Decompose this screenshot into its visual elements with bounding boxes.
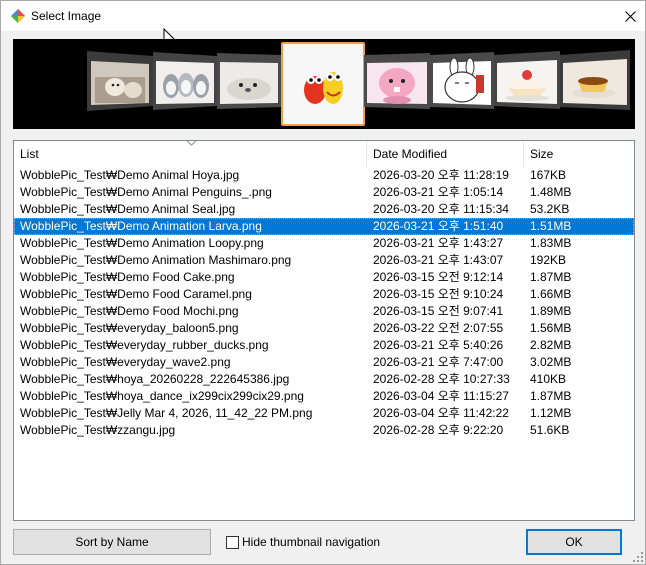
file-size: 2.82MB [530, 338, 572, 352]
table-row[interactable]: WobblePic_Test₩zzangu.jpg 2026-02-28 오후 9… [14, 422, 634, 439]
table-row[interactable]: WobblePic_Test₩Jelly Mar 4, 2026, 11_42_… [14, 405, 634, 422]
file-date: 2026-03-22 오전 2:07:55 [373, 321, 504, 335]
table-row[interactable]: WobblePic_Test₩Demo Animal Penguins_.png… [14, 184, 634, 201]
table-row-selected[interactable]: WobblePic_Test₩Demo Animation Larva.png 2… [14, 218, 634, 235]
table-row[interactable]: WobblePic_Test₩Demo Animal Hoya.jpg 2026-… [14, 167, 634, 184]
column-header-size-label: Size [530, 147, 554, 161]
thumbnail-item[interactable] [430, 45, 494, 117]
table-row[interactable]: WobblePic_Test₩Demo Animation Mashimaro.… [14, 252, 634, 269]
file-date: 2026-03-15 오전 9:07:41 [373, 304, 504, 318]
file-name: WobblePic_Test₩Demo Animation Mashimaro.… [20, 253, 292, 267]
file-size: 1.56MB [530, 321, 572, 335]
file-date: 2026-03-21 오후 1:43:27 [373, 236, 504, 250]
file-size: 192KB [530, 253, 567, 267]
ok-button[interactable]: OK [526, 529, 622, 555]
table-row[interactable]: WobblePic_Test₩Demo Food Mochi.png 2026-0… [14, 303, 634, 320]
file-size: 1.66MB [530, 287, 572, 301]
file-size: 51.6KB [530, 423, 570, 437]
select-image-dialog: Select Image List Date Modified Size Wob… [0, 0, 646, 565]
file-name: WobblePic_Test₩Demo Animal Seal.jpg [20, 202, 236, 216]
file-size: 1.89MB [530, 304, 572, 318]
column-header-date-modified[interactable]: Date Modified [367, 141, 524, 167]
file-date: 2026-03-20 오후 11:28:19 [373, 168, 509, 182]
file-size: 167KB [530, 168, 567, 182]
table-row[interactable]: WobblePic_Test₩Demo Food Cake.png 2026-03… [14, 269, 634, 286]
file-name: WobblePic_Test₩Demo Animation Larva.png [20, 219, 262, 233]
file-date: 2026-02-28 오후 9:22:20 [373, 423, 504, 437]
file-size: 1.12MB [530, 406, 572, 420]
thumbnail-item[interactable] [153, 46, 217, 116]
file-name: WobblePic_Test₩everyday_baloon5.png [20, 321, 239, 335]
file-date: 2026-03-04 오후 11:42:22 [373, 406, 509, 420]
file-size: 1.51MB [530, 219, 572, 233]
thumbnail-item[interactable] [87, 47, 153, 115]
sort-indicator-icon [186, 141, 197, 146]
title-bar: Select Image [1, 1, 645, 31]
file-name: WobblePic_Test₩hoya_20260228_222645386.j… [20, 372, 290, 386]
close-button[interactable] [615, 1, 645, 31]
table-row[interactable]: WobblePic_Test₩everyday_baloon5.png 2026-… [14, 320, 634, 337]
file-date: 2026-03-04 오후 11:15:27 [373, 389, 509, 403]
table-row[interactable]: WobblePic_Test₩Demo Animation Loopy.png 2… [14, 235, 634, 252]
file-name: WobblePic_Test₩Demo Food Cake.png [20, 270, 235, 284]
column-header-list[interactable]: List [14, 141, 367, 167]
list-header: List Date Modified Size [14, 141, 634, 167]
file-size: 3.02MB [530, 355, 572, 369]
file-name: WobblePic_Test₩Demo Animation Loopy.png [20, 236, 264, 250]
list-rows: WobblePic_Test₩Demo Animal Hoya.jpg 2026-… [14, 167, 634, 439]
thumbnail-item[interactable] [494, 46, 560, 116]
file-date: 2026-03-15 오전 9:12:14 [373, 270, 504, 284]
thumbnail-item[interactable] [217, 45, 281, 117]
column-header-date-label: Date Modified [373, 147, 448, 161]
file-size: 1.48MB [530, 185, 572, 199]
hide-thumbnail-label: Hide thumbnail navigation [242, 535, 381, 549]
close-icon [624, 10, 636, 22]
thumbnail-item[interactable] [560, 47, 630, 115]
thumbnail-item[interactable] [364, 45, 430, 117]
file-list[interactable]: List Date Modified Size WobblePic_Test₩D… [13, 140, 635, 521]
table-row[interactable]: WobblePic_Test₩everyday_wave2.png 2026-03… [14, 354, 634, 371]
file-name: WobblePic_Test₩Demo Food Mochi.png [20, 304, 239, 318]
file-size: 1.87MB [530, 270, 572, 284]
column-header-list-label: List [20, 147, 39, 161]
file-size: 410KB [530, 372, 567, 386]
table-row[interactable]: WobblePic_Test₩Demo Animal Seal.jpg 2026-… [14, 201, 634, 218]
resize-grip-icon[interactable] [633, 552, 643, 562]
file-date: 2026-03-21 오후 1:05:14 [373, 185, 504, 199]
file-name: WobblePic_Test₩Jelly Mar 4, 2026, 11_42_… [20, 406, 313, 420]
file-date: 2026-03-20 오후 11:15:34 [373, 202, 509, 216]
table-row[interactable]: WobblePic_Test₩hoya_20260228_222645386.j… [14, 371, 634, 388]
file-name: WobblePic_Test₩Demo Animal Penguins_.png [20, 185, 272, 199]
thumbnail-item-selected[interactable] [281, 42, 365, 126]
file-name: WobblePic_Test₩zzangu.jpg [20, 423, 176, 437]
hide-thumbnail-checkbox[interactable] [226, 535, 239, 549]
file-name: WobblePic_Test₩everyday_wave2.png [20, 355, 231, 369]
file-size: 53.2KB [530, 202, 570, 216]
file-date: 2026-03-21 오후 7:47:00 [373, 355, 504, 369]
column-header-size[interactable]: Size [524, 141, 634, 167]
hide-thumbnail-navigation-option[interactable]: Hide thumbnail navigation [226, 534, 380, 550]
table-row[interactable]: WobblePic_Test₩hoya_dance_ix299cix299cix… [14, 388, 634, 405]
file-date: 2026-03-15 오전 9:10:24 [373, 287, 504, 301]
file-date: 2026-03-21 오후 5:40:26 [373, 338, 504, 352]
file-name: WobblePic_Test₩everyday_rubber_ducks.png [20, 338, 269, 352]
file-name: WobblePic_Test₩Demo Animal Hoya.jpg [20, 168, 240, 182]
file-name: WobblePic_Test₩Demo Food Caramel.png [20, 287, 252, 301]
file-name: WobblePic_Test₩hoya_dance_ix299cix299cix… [20, 389, 304, 403]
window-title: Select Image [31, 9, 102, 23]
sort-by-name-button[interactable]: Sort by Name [13, 529, 211, 555]
file-date: 2026-03-21 오후 1:43:07 [373, 253, 504, 267]
file-size: 1.87MB [530, 389, 572, 403]
app-logo-icon [11, 9, 25, 23]
table-row[interactable]: WobblePic_Test₩Demo Food Caramel.png 2026… [14, 286, 634, 303]
file-date: 2026-02-28 오후 10:27:33 [373, 372, 510, 386]
table-row[interactable]: WobblePic_Test₩everyday_rubber_ducks.png… [14, 337, 634, 354]
file-date: 2026-03-21 오후 1:51:40 [373, 219, 504, 233]
thumbnail-strip[interactable] [13, 39, 635, 129]
file-size: 1.83MB [530, 236, 572, 250]
